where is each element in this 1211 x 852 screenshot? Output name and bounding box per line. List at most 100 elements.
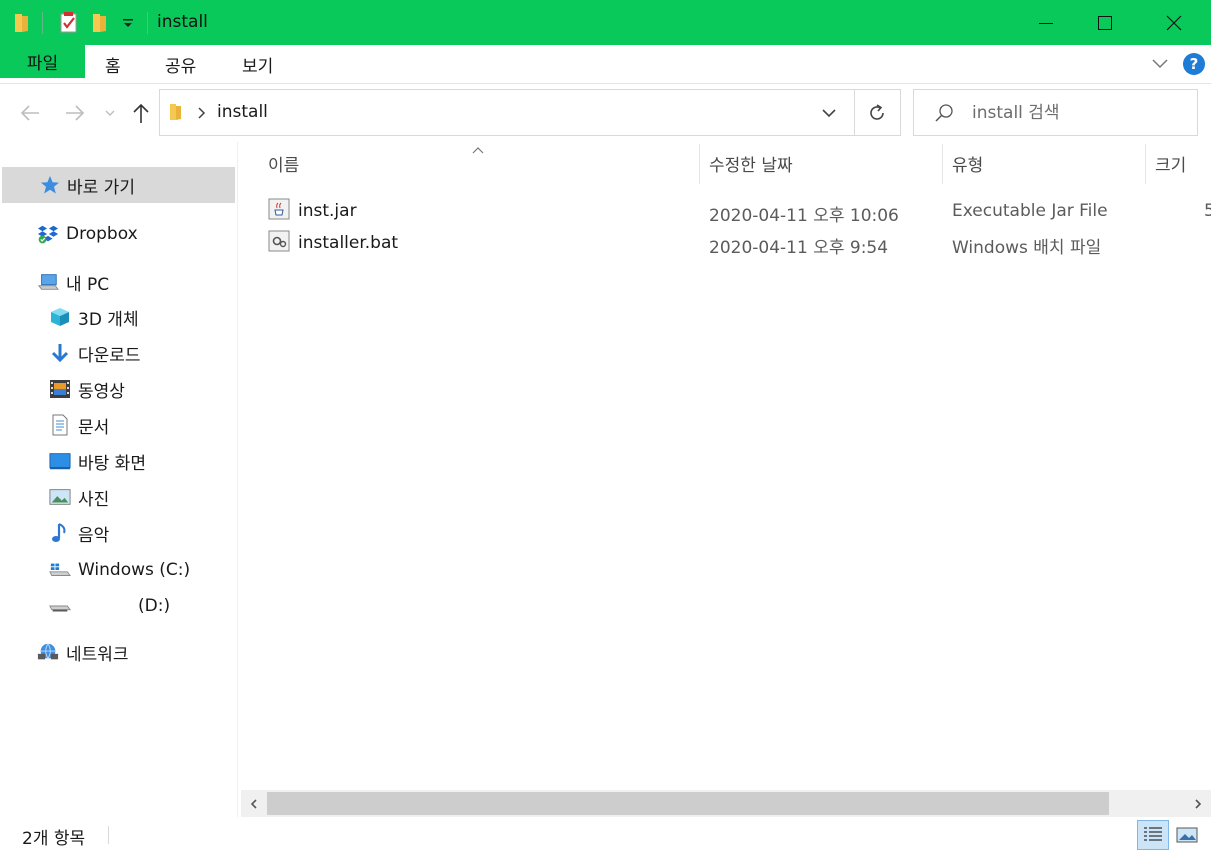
sidebar-item-desktop[interactable]: 바탕 화면: [0, 443, 236, 479]
file-name: installer.bat: [298, 233, 399, 253]
close-icon: [1166, 15, 1182, 30]
search-box[interactable]: [913, 89, 1198, 136]
details-view-button[interactable]: [1137, 820, 1169, 850]
forward-button[interactable]: [60, 98, 90, 128]
breadcrumb[interactable]: install: [217, 102, 268, 122]
pictures-icon: [49, 486, 71, 508]
breadcrumb-chevron-icon[interactable]: [196, 105, 206, 125]
large-icons-view-icon: [1176, 827, 1198, 843]
document-icon: [49, 414, 71, 436]
drive-icon: [49, 595, 71, 617]
sidebar-item-drive-c[interactable]: Windows (C:): [0, 552, 236, 588]
batch-file-icon: [268, 230, 290, 257]
sidebar-item-videos[interactable]: 동영상: [0, 371, 236, 407]
window-title: install: [157, 12, 208, 32]
minimize-button[interactable]: [1017, 0, 1075, 45]
folder-icon: [168, 102, 184, 127]
properties-icon[interactable]: [58, 0, 80, 45]
title-bar: install: [0, 0, 1211, 45]
sidebar-item-quick-access[interactable]: 바로 가기: [2, 167, 235, 203]
download-icon: [49, 342, 71, 364]
status-bar: 2개 항목: [0, 817, 1211, 852]
star-icon: [39, 174, 61, 196]
column-header-name[interactable]: 이름: [268, 142, 299, 184]
sidebar-item-dropbox[interactable]: Dropbox: [0, 216, 236, 252]
toolbar-separator: [147, 12, 148, 34]
desktop-icon: [49, 450, 71, 472]
sidebar-item-label: 내 PC: [66, 274, 110, 295]
tab-home[interactable]: 홈: [105, 52, 121, 77]
maximize-button[interactable]: [1076, 0, 1134, 45]
scroll-right-button[interactable]: [1185, 790, 1211, 817]
file-modified-date: 2020-04-11 오후 9:54: [709, 238, 889, 258]
tab-view[interactable]: 보기: [242, 52, 273, 77]
sidebar-item-3d-objects[interactable]: 3D 개체: [0, 299, 236, 335]
address-divider: [854, 90, 855, 135]
network-icon: [37, 641, 59, 663]
address-bar[interactable]: install: [159, 89, 901, 136]
minimize-icon: [1039, 22, 1053, 24]
file-row[interactable]: installer.bat 2020-04-11 오후 9:54 Windows…: [238, 228, 1211, 259]
cube-3d-icon: [49, 306, 71, 328]
scroll-left-button[interactable]: [241, 790, 267, 817]
chevron-right-icon: [1195, 798, 1202, 809]
customize-toolbar-dropdown-icon[interactable]: [121, 0, 135, 45]
column-divider[interactable]: [1145, 144, 1146, 184]
status-divider: [108, 826, 109, 844]
sort-ascending-icon: [471, 142, 485, 160]
sidebar-item-downloads[interactable]: 다운로드: [0, 335, 236, 371]
search-input[interactable]: [972, 100, 1192, 126]
up-button[interactable]: [128, 98, 154, 128]
large-icons-view-button[interactable]: [1171, 820, 1203, 850]
file-name: inst.jar: [298, 201, 357, 221]
column-divider[interactable]: [699, 144, 700, 184]
new-folder-icon[interactable]: [90, 0, 110, 45]
sidebar-item-label: 문서: [78, 417, 110, 438]
item-count: 2개 항목: [22, 829, 86, 849]
sidebar-item-label: 음악: [78, 525, 110, 546]
column-header-type[interactable]: 유형: [952, 142, 983, 184]
horizontal-scrollbar[interactable]: [241, 790, 1211, 817]
sidebar-item-label: 사진: [78, 489, 110, 510]
sidebar-item-label: 바로 가기: [67, 177, 135, 198]
folder-icon: [12, 0, 32, 45]
sidebar-item-this-pc[interactable]: 내 PC: [0, 264, 236, 300]
file-type: Windows 배치 파일: [952, 238, 1102, 258]
sidebar-item-documents[interactable]: 문서: [0, 407, 236, 443]
sidebar-item-drive-d[interactable]: (D:): [0, 588, 236, 624]
maximize-icon: [1098, 15, 1112, 30]
tab-share[interactable]: 공유: [165, 52, 196, 77]
file-modified-date: 2020-04-11 오후 10:06: [709, 206, 899, 226]
column-header-size[interactable]: 크기: [1155, 142, 1186, 184]
dropbox-icon: [37, 223, 59, 245]
sidebar-item-label: 다운로드: [78, 345, 141, 366]
sidebar-item-label: 동영상: [78, 381, 125, 402]
file-row[interactable]: inst.jar 2020-04-11 오후 10:06 Executable …: [238, 196, 1211, 227]
music-icon: [49, 522, 71, 544]
scrollbar-thumb[interactable]: [267, 792, 1109, 815]
back-button[interactable]: [15, 98, 45, 128]
sidebar-item-network[interactable]: 네트워크: [0, 634, 236, 670]
close-button[interactable]: [1145, 0, 1203, 45]
search-icon: [934, 103, 954, 128]
sidebar-item-pictures[interactable]: 사진: [0, 479, 236, 515]
windows-drive-icon: [49, 559, 71, 581]
toolbar-separator: [42, 12, 43, 34]
help-button[interactable]: ?: [1183, 53, 1205, 75]
computer-icon: [37, 271, 59, 293]
ribbon-tabs: 파일 홈 공유 보기 ?: [0, 45, 1211, 84]
forward-arrow-icon: [66, 105, 85, 121]
column-header-date-modified[interactable]: 수정한 날짜: [709, 142, 793, 184]
expand-ribbon-icon[interactable]: [1150, 53, 1170, 78]
column-divider[interactable]: [942, 144, 943, 184]
address-history-dropdown[interactable]: [820, 104, 838, 127]
file-type: Executable Jar File: [952, 201, 1108, 221]
jar-file-icon: [268, 198, 290, 225]
up-arrow-icon: [133, 103, 149, 123]
tab-file[interactable]: 파일: [0, 45, 85, 78]
navigation-pane: 바로 가기 Dropbox 내 PC 3D 개체 다운로드 동영상 문서 바탕 …: [0, 142, 238, 817]
chevron-left-icon: [250, 798, 257, 809]
recent-locations-button[interactable]: [100, 98, 120, 128]
sidebar-item-music[interactable]: 음악: [0, 515, 236, 551]
refresh-button[interactable]: [866, 102, 888, 129]
